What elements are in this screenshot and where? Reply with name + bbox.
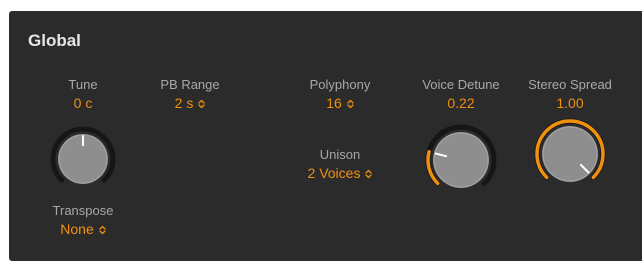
stereo-spread-label: Stereo Spread bbox=[528, 77, 612, 92]
pb-range-select[interactable]: 2 s bbox=[150, 95, 230, 111]
section-title: Global bbox=[28, 31, 81, 50]
polyphony-select[interactable]: 16 bbox=[300, 95, 380, 111]
chevron-updown-icon bbox=[365, 169, 373, 179]
voice-detune-knob[interactable] bbox=[424, 123, 498, 197]
chevron-updown-icon bbox=[347, 99, 354, 109]
transpose-label: Transpose bbox=[52, 203, 114, 218]
tune-value[interactable]: 0 c bbox=[54, 95, 112, 111]
unison-select[interactable]: 2 Voices bbox=[290, 165, 390, 181]
pb-range-label: PB Range bbox=[160, 77, 220, 92]
transpose-select[interactable]: None bbox=[40, 221, 126, 237]
tune-label: Tune bbox=[68, 77, 98, 92]
polyphony-label: Polyphony bbox=[309, 77, 371, 92]
pb-range-value: 2 s bbox=[174, 95, 194, 111]
voice-detune-label: Voice Detune bbox=[422, 77, 500, 92]
chevron-updown-icon bbox=[198, 99, 205, 109]
knob-body bbox=[433, 132, 489, 188]
knob-body bbox=[542, 126, 598, 182]
stereo-spread-value[interactable]: 1.00 bbox=[515, 95, 625, 111]
tune-knob[interactable] bbox=[49, 125, 117, 193]
voice-detune-value[interactable]: 0.22 bbox=[411, 95, 511, 111]
chevron-updown-icon bbox=[99, 225, 106, 235]
transpose-value: None bbox=[60, 221, 94, 237]
polyphony-value: 16 bbox=[326, 95, 342, 111]
unison-value: 2 Voices bbox=[307, 165, 361, 181]
unison-label: Unison bbox=[319, 147, 361, 162]
stereo-spread-knob[interactable] bbox=[533, 117, 607, 191]
